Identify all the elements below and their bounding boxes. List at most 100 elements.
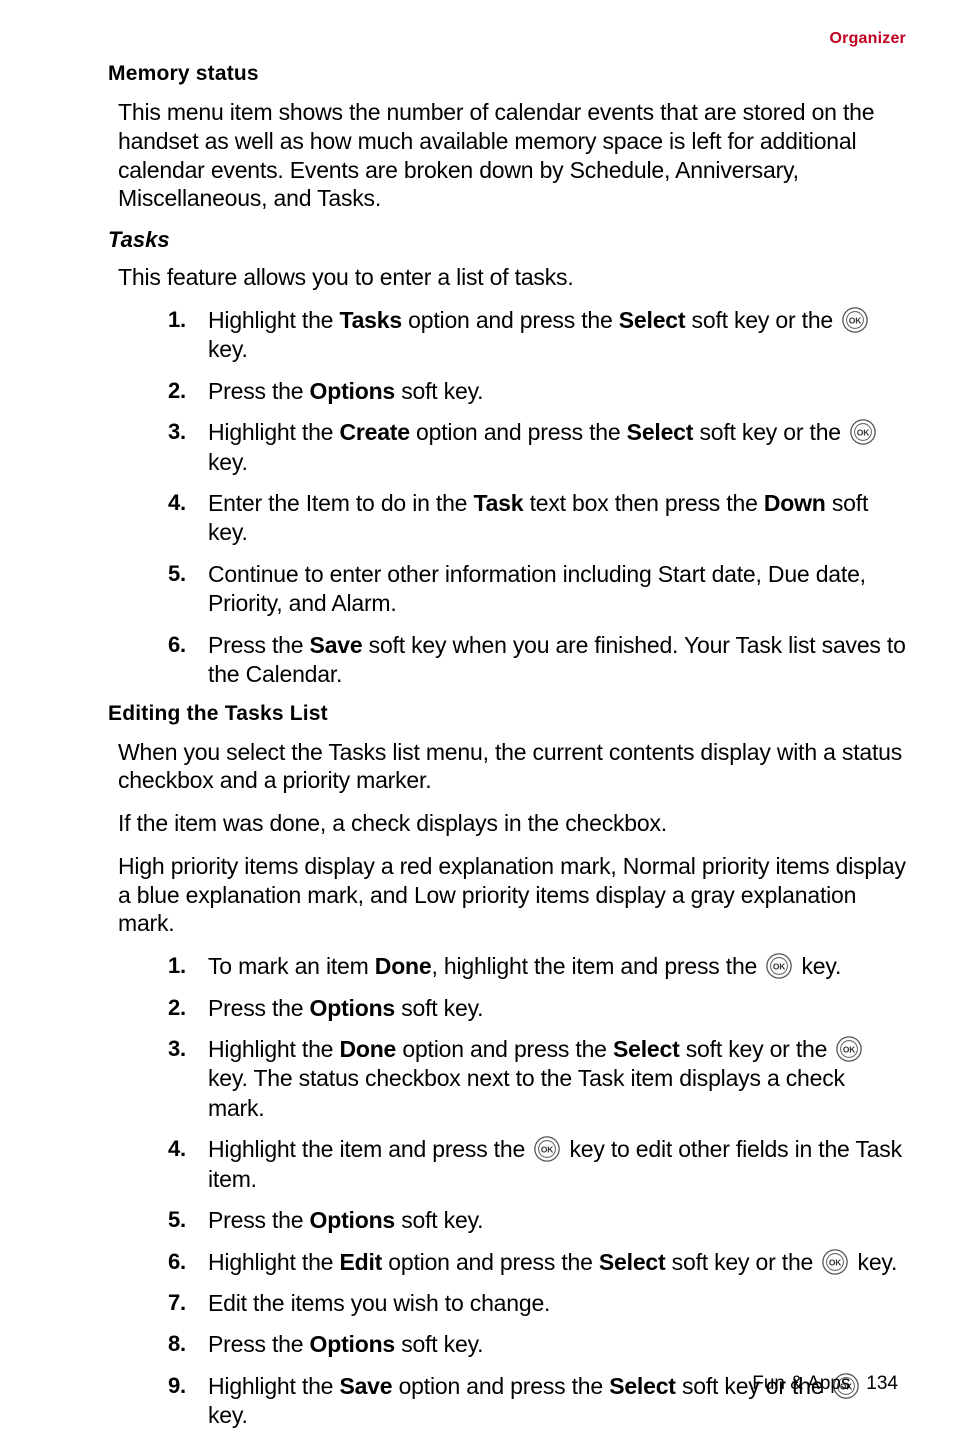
list-item: 3. Highlight the Create option and press… — [168, 418, 906, 477]
heading-editing-tasks: Editing the Tasks List — [108, 702, 906, 726]
step-text: Highlight the — [208, 307, 339, 333]
step-number: 6. — [168, 631, 186, 659]
step-number: 1. — [168, 952, 186, 980]
step-text: Highlight the — [208, 419, 339, 445]
step-text: Highlight the item and press the — [208, 1136, 531, 1162]
step-bold: Create — [339, 419, 409, 445]
step-number: 7. — [168, 1289, 186, 1317]
list-item: 5. Press the Options soft key. — [168, 1206, 906, 1235]
step-text: Press the — [208, 1331, 310, 1357]
list-item: 1. To mark an item Done, highlight the i… — [168, 952, 906, 981]
footer-page-number: 134 — [866, 1373, 898, 1394]
step-number: 8. — [168, 1330, 186, 1358]
step-text: soft key. — [395, 1331, 483, 1357]
ok-key-icon — [841, 306, 869, 334]
list-item: 4. Highlight the item and press the key … — [168, 1135, 906, 1194]
step-text: Press the — [208, 632, 310, 658]
step-bold: Select — [613, 1036, 680, 1062]
step-text: Press the — [208, 995, 310, 1021]
step-bold: Options — [310, 995, 395, 1021]
step-bold: Select — [619, 307, 686, 333]
step-bold: Options — [310, 1331, 395, 1357]
para-memory-status: This menu item shows the number of calen… — [118, 98, 906, 213]
list-item: 3. Highlight the Done option and press t… — [168, 1035, 906, 1123]
para-editing-2: If the item was done, a check displays i… — [118, 809, 906, 838]
step-text: soft key or the — [693, 419, 847, 445]
step-number: 4. — [168, 1135, 186, 1163]
step-text: Highlight the — [208, 1373, 339, 1399]
step-text: key. — [208, 449, 248, 475]
list-item: 7. Edit the items you wish to change. — [168, 1289, 906, 1318]
page-footer: Fun & Apps 134 — [752, 1373, 898, 1395]
step-bold: Done — [375, 953, 432, 979]
step-bold: Options — [310, 378, 395, 404]
para-editing-1: When you select the Tasks list menu, the… — [118, 738, 906, 796]
step-text: Continue to enter other information incl… — [208, 561, 866, 616]
list-item: 5. Continue to enter other information i… — [168, 560, 906, 619]
step-bold: Save — [310, 632, 363, 658]
list-item: 6. Highlight the Edit option and press t… — [168, 1248, 906, 1277]
step-bold: Done — [339, 1036, 396, 1062]
list-item: 4. Enter the Item to do in the Task text… — [168, 489, 906, 548]
ok-key-icon — [533, 1135, 561, 1163]
step-text: soft key or the — [685, 307, 839, 333]
list-item: 6. Press the Save soft key when you are … — [168, 631, 906, 690]
step-text: Edit the items you wish to change. — [208, 1290, 550, 1316]
step-text: soft key or the — [665, 1249, 819, 1275]
step-number: 3. — [168, 418, 186, 446]
step-number: 1. — [168, 306, 186, 334]
step-text: Press the — [208, 378, 310, 404]
step-text: Highlight the — [208, 1249, 339, 1275]
step-text: key. The status checkbox next to the Tas… — [208, 1065, 845, 1120]
step-number: 2. — [168, 377, 186, 405]
step-text: option and press the — [392, 1373, 609, 1399]
step-text: soft key. — [395, 995, 483, 1021]
step-bold: Tasks — [339, 307, 402, 333]
para-tasks-intro: This feature allows you to enter a list … — [118, 263, 906, 292]
step-text: key. — [851, 1249, 897, 1275]
ok-key-icon — [849, 418, 877, 446]
step-bold: Select — [609, 1373, 676, 1399]
step-text: text box then press the — [523, 490, 763, 516]
step-bold: Edit — [339, 1249, 382, 1275]
heading-memory-status: Memory status — [108, 62, 906, 86]
step-bold: Save — [339, 1373, 392, 1399]
step-text: option and press the — [410, 419, 627, 445]
heading-tasks: Tasks — [108, 227, 906, 253]
step-text: key. — [795, 953, 841, 979]
step-text: option and press the — [382, 1249, 599, 1275]
step-text: , highlight the item and press the — [432, 953, 764, 979]
step-text: soft key or the — [680, 1036, 834, 1062]
step-number: 5. — [168, 1206, 186, 1234]
step-number: 5. — [168, 560, 186, 588]
editing-steps: 1. To mark an item Done, highlight the i… — [108, 952, 906, 1431]
step-bold: Select — [599, 1249, 666, 1275]
step-number: 9. — [168, 1372, 186, 1400]
step-text: To mark an item — [208, 953, 375, 979]
step-text: option and press the — [396, 1036, 613, 1062]
step-text: soft key. — [395, 1207, 483, 1233]
step-number: 6. — [168, 1248, 186, 1276]
step-bold: Task — [473, 490, 523, 516]
step-number: 2. — [168, 994, 186, 1022]
ok-key-icon — [765, 952, 793, 980]
ok-key-icon — [835, 1035, 863, 1063]
list-item: 8. Press the Options soft key. — [168, 1330, 906, 1359]
para-editing-3: High priority items display a red explan… — [118, 852, 906, 938]
step-bold: Options — [310, 1207, 395, 1233]
step-bold: Select — [627, 419, 694, 445]
tasks-steps: 1. Highlight the Tasks option and press … — [108, 306, 906, 690]
step-text: soft key. — [395, 378, 483, 404]
step-number: 3. — [168, 1035, 186, 1063]
step-number: 4. — [168, 489, 186, 517]
list-item: 2. Press the Options soft key. — [168, 994, 906, 1023]
ok-key-icon — [821, 1248, 849, 1276]
header-category: Organizer — [108, 30, 906, 48]
step-text: key. — [208, 1402, 248, 1428]
step-text: Enter the Item to do in the — [208, 490, 473, 516]
step-text: option and press the — [402, 307, 619, 333]
list-item: 2. Press the Options soft key. — [168, 377, 906, 406]
footer-chapter: Fun & Apps — [752, 1373, 850, 1394]
step-text: Highlight the — [208, 1036, 339, 1062]
list-item: 1. Highlight the Tasks option and press … — [168, 306, 906, 365]
